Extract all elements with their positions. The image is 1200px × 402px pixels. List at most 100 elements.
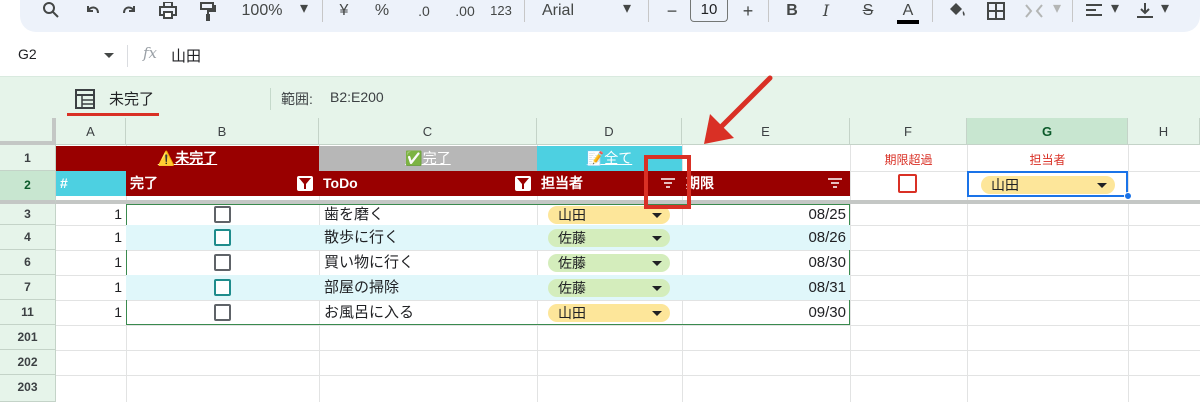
chevron-down-icon[interactable]: ▾ [1158,0,1172,24]
overdue-checkbox[interactable] [898,174,917,193]
table-row: 1 散歩に行く 佐藤 08/26 [0,225,850,250]
deadline-date[interactable]: 09/30 [700,300,846,325]
assignee-chip-label: 山田 [558,207,586,223]
assignee-chip-label: 佐藤 [558,230,586,246]
done-checkbox[interactable] [214,206,231,223]
row-header-201[interactable]: 201 [0,325,56,350]
assignee-chip[interactable]: 佐藤 [548,254,670,272]
assignee-chip[interactable]: 山田 [548,304,670,322]
increase-font-size-button[interactable]: + [738,0,758,26]
tab-complete-link[interactable]: ✅完了 [319,146,537,171]
chevron-down-icon[interactable]: ▾ [620,0,634,24]
toolbar-divider [932,0,933,22]
fill-color-icon[interactable] [945,0,969,26]
gridline [850,145,851,402]
row-number-value: 1 [114,206,122,222]
decrease-font-size-button[interactable]: − [662,0,682,26]
zoom-select[interactable]: 100% [232,0,292,26]
header-assignee-label: 担当者 [541,175,583,191]
header-done-label: 完了 [130,175,158,191]
filter-view-bar: 未完了 範囲: B2:E200 [0,76,1200,118]
chevron-down-icon[interactable] [652,261,662,266]
percent-button[interactable]: % [372,0,392,26]
sheet-grid: A B C D E F G H 1 2 3 4 6 7 11 201 202 2… [0,118,1200,402]
todo-text[interactable]: お風呂に入る [324,300,414,325]
todo-text[interactable]: 買い物に行く [324,250,414,275]
name-box[interactable]: G2 [18,46,37,62]
done-checkbox[interactable] [214,279,231,296]
column-header-h[interactable]: H [1128,118,1200,145]
done-checkbox[interactable] [214,254,231,271]
tab-incomplete-link[interactable]: ⚠️未完了 [56,146,319,171]
chevron-down-icon[interactable] [652,311,662,316]
formula-input[interactable]: 山田 [171,45,201,66]
filter-view-name-underline [67,113,159,116]
column-header-c[interactable]: C [319,118,537,145]
row-header-203[interactable]: 203 [0,375,56,402]
chevron-down-icon[interactable]: ▾ [1108,0,1122,24]
range-label: 範囲: [281,91,313,107]
strikethrough-button[interactable]: S [858,0,878,26]
table-row: 1 買い物に行く 佐藤 08/30 [0,250,850,275]
chevron-down-icon[interactable]: ▾ [1050,0,1064,24]
chevron-down-icon[interactable] [104,53,114,58]
row-header-2[interactable]: 2 [0,171,56,204]
horizontal-align-icon[interactable] [1082,0,1106,26]
currency-button[interactable]: ¥ [334,0,354,26]
filter-view-icon[interactable] [75,89,95,114]
filter-active-icon[interactable] [297,176,313,191]
text-color-button[interactable]: A [897,0,919,24]
row-header-1[interactable]: 1 [0,145,56,171]
todo-text[interactable]: 散歩に行く [324,225,399,250]
filter-active-icon[interactable] [515,176,531,191]
done-checkbox[interactable] [214,229,231,246]
bold-button[interactable]: B [782,0,802,26]
redo-icon[interactable] [116,0,142,26]
deadline-date[interactable]: 08/26 [700,225,846,250]
borders-icon[interactable] [985,0,1007,26]
more-formats-button[interactable]: 123 [486,0,516,26]
range-value[interactable]: B2:E200 [330,89,384,105]
select-all-corner[interactable] [0,118,56,145]
deadline-date[interactable]: 08/25 [700,204,846,225]
print-icon[interactable] [155,0,181,26]
row-number-value: 1 [114,304,122,320]
filter-icon[interactable] [828,178,842,188]
filter-view-name[interactable]: 未完了 [109,88,154,109]
done-checkbox[interactable] [214,304,231,321]
vertical-align-icon[interactable] [1133,0,1157,26]
fill-handle[interactable] [1124,192,1132,200]
column-header-a[interactable]: A [56,118,126,145]
paint-format-icon[interactable] [195,0,221,26]
chevron-down-icon[interactable] [652,286,662,291]
chevron-down-icon[interactable] [652,236,662,241]
search-icon[interactable] [38,0,64,26]
gridline [56,325,1200,326]
column-header-d[interactable]: D [537,118,682,145]
assignee-chip[interactable]: 佐藤 [548,279,670,297]
assignee-filter-value: 山田 [991,177,1019,193]
undo-icon[interactable] [80,0,106,26]
todo-text[interactable]: 歯を磨く [324,204,384,225]
header-todo-label: ToDo [323,175,358,191]
column-header-b[interactable]: B [126,118,319,145]
deadline-date[interactable]: 08/30 [700,250,846,275]
font-family-select[interactable]: Arial [542,0,602,26]
chevron-down-icon[interactable] [652,213,662,218]
column-header-g[interactable]: G [967,118,1128,145]
chevron-down-icon[interactable] [1097,183,1107,188]
assignee-chip[interactable]: 佐藤 [548,229,670,247]
assignee-filter-chip[interactable]: 山田 [981,176,1115,194]
todo-text[interactable]: 部屋の掃除 [324,275,399,300]
assignee-filter-cell[interactable]: 山田 [967,171,1128,197]
column-header-f[interactable]: F [850,118,967,145]
row-header-202[interactable]: 202 [0,350,56,375]
deadline-date[interactable]: 08/31 [700,275,846,300]
decrease-decimal-button[interactable]: .0 [410,0,438,26]
increase-decimal-button[interactable]: .00 [450,0,480,26]
merge-cells-icon[interactable] [1022,0,1046,26]
table-row: 1 歯を磨く 山田 08/25 [0,204,850,225]
chevron-down-icon[interactable]: ▾ [297,0,311,24]
italic-button[interactable]: I [816,0,836,26]
font-size-input[interactable]: 10 [690,0,728,22]
